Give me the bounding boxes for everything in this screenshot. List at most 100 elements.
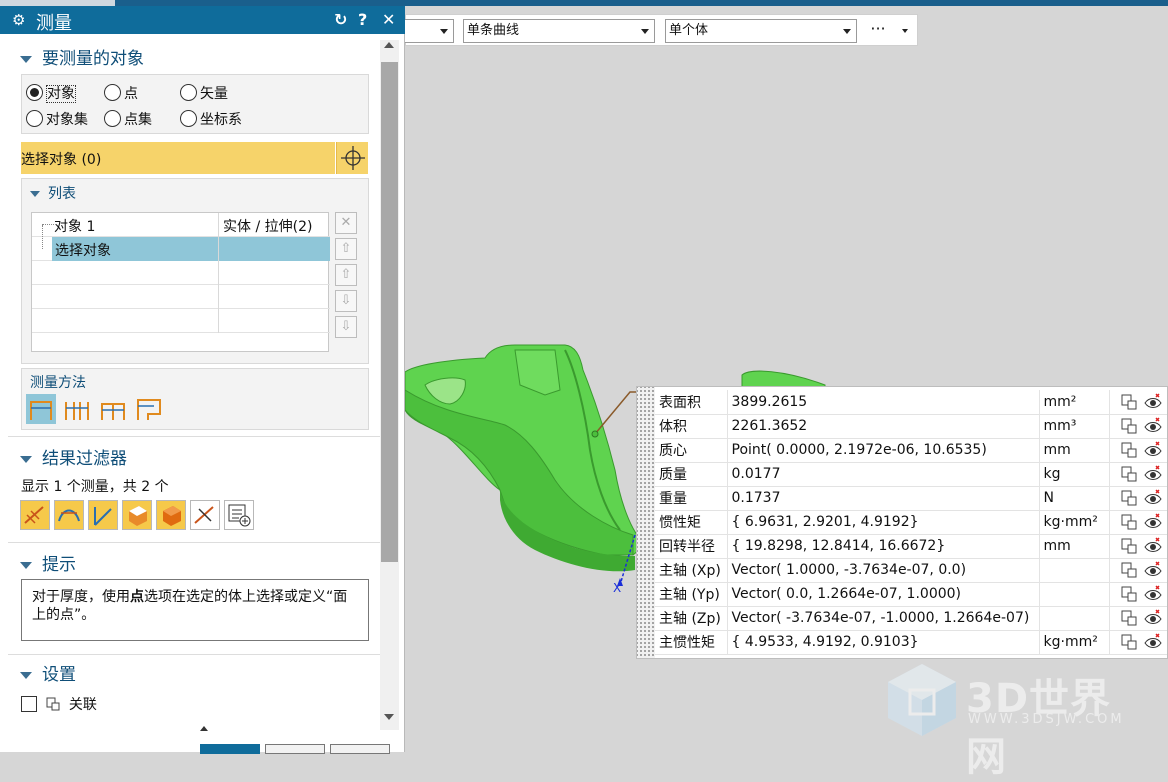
close-icon[interactable]: ✕ [382, 10, 395, 29]
associative-icon[interactable] [1120, 537, 1138, 555]
result-unit: mm [1039, 438, 1110, 463]
list-item-selected[interactable]: 选择对象 [32, 225, 330, 261]
associative-icon[interactable] [1120, 633, 1138, 651]
show-hide-eye-icon[interactable] [1143, 609, 1162, 627]
ok-button[interactable] [200, 744, 260, 754]
section-hint-header[interactable]: 提示 [20, 550, 76, 575]
length-method-icon[interactable] [134, 394, 164, 424]
result-row[interactable]: 主轴 (Xp) Vector( 1.0000, -3.7634e-07, 0.0) [655, 558, 1167, 583]
selection-filter-bar: 单条曲线 单个体 ··· [404, 14, 918, 46]
show-hide-eye-icon[interactable] [1143, 633, 1162, 651]
result-row[interactable]: 主惯性矩{ 4.9533, 4.9192, 0.9103} kg·mm² [655, 630, 1167, 655]
result-value: Point( 0.0000, 2.1972e-06, 10.6535) [727, 438, 1040, 463]
filter-summary: 显示 1 个测量，共 2 个 [21, 479, 169, 495]
radio-object[interactable]: 对象 [26, 83, 76, 103]
curve-rule-dropdown[interactable]: 单条曲线 [463, 19, 655, 43]
move-up-icon[interactable]: ⇧ [335, 264, 357, 286]
object-list[interactable]: 对象 1 实体 / 拉伸(2) 选择对象 [31, 212, 330, 352]
show-hide-eye-icon[interactable] [1143, 513, 1162, 531]
mass-filter-icon[interactable] [190, 500, 220, 530]
collapse-triangle-icon [30, 191, 40, 197]
associative-icon[interactable] [1120, 489, 1138, 507]
show-hide-eye-icon[interactable] [1143, 585, 1162, 603]
expand-dialog-icon[interactable] [200, 726, 208, 731]
result-row[interactable]: 重量 0.1737 N [655, 486, 1167, 511]
dialog-scrollbar[interactable] [380, 40, 399, 730]
more-options-button[interactable]: ··· [866, 19, 890, 43]
result-actions [1109, 558, 1167, 583]
result-row[interactable]: 质量 0.0177 kg [655, 462, 1167, 487]
move-top-icon[interactable]: ⇧ [335, 238, 357, 260]
result-label: 质量 [655, 462, 728, 487]
screen-distance-icon[interactable] [98, 394, 128, 424]
body-rule-dropdown[interactable]: 单个体 [665, 19, 857, 43]
associative-icon[interactable] [1120, 585, 1138, 603]
radio-csys[interactable]: 坐标系 [180, 109, 242, 129]
result-row[interactable]: 表面积 3899.2615 mm² [655, 390, 1167, 415]
dialog-titlebar[interactable]: ⚙ 测量 ↻ ? ✕ [0, 6, 405, 34]
associative-icon[interactable] [1120, 465, 1138, 483]
select-object-row[interactable]: 选择对象 (0) [21, 142, 335, 174]
scroll-down-icon[interactable] [384, 714, 394, 720]
help-icon[interactable]: ? [358, 10, 367, 29]
angle-filter-icon[interactable] [54, 500, 84, 530]
show-hide-eye-icon[interactable] [1143, 561, 1162, 579]
associative-icon[interactable] [1120, 393, 1138, 411]
result-actions [1109, 438, 1167, 463]
cancel-button[interactable] [330, 744, 390, 754]
move-bottom-icon[interactable]: ⇩ [335, 316, 357, 338]
radio-point[interactable]: 点 [104, 83, 138, 103]
drag-grip[interactable] [637, 387, 655, 658]
projected-distance-icon[interactable] [62, 394, 92, 424]
associative-icon[interactable] [1120, 417, 1138, 435]
associative-checkbox[interactable]: 关联 [21, 694, 97, 714]
collapse-triangle-icon [20, 55, 32, 63]
section-filter-header[interactable]: 结果过滤器 [20, 444, 127, 469]
result-row[interactable]: 惯性矩{ 6.9631, 2.9201, 4.9192} kg·mm² [655, 510, 1167, 535]
associative-icon[interactable] [1120, 513, 1138, 531]
move-down-icon[interactable]: ⇩ [335, 290, 357, 312]
section-settings-header[interactable]: 设置 [20, 660, 76, 685]
list-item[interactable]: 对象 1 实体 / 拉伸(2) [32, 213, 330, 237]
toolbar-overflow-arrow[interactable] [902, 29, 908, 33]
add-filter-icon[interactable] [224, 500, 254, 530]
apply-button[interactable] [265, 744, 325, 754]
result-row[interactable]: 回转半径{ 19.8298, 12.8414, 16.6672} mm [655, 534, 1167, 559]
measure-results-table[interactable]: 表面积 3899.2615 mm² 体积 2261.3652 mm³ 质心 Point( 0.… [636, 386, 1168, 659]
result-row[interactable]: 主轴 (Yp) Vector( 0.0, 1.2664e-07, 1.0000) [655, 582, 1167, 607]
section-list-header[interactable]: 列表 [30, 183, 76, 203]
section-objects-header[interactable]: 要测量的对象 [20, 44, 144, 69]
result-row[interactable]: 主轴 (Zp) Vector( -3.7634e-07, -1.0000, 1.2… [655, 606, 1167, 631]
result-row[interactable]: 体积 2261.3652 mm³ [655, 414, 1167, 439]
associative-icon [45, 696, 61, 712]
distance-filter-icon[interactable] [20, 500, 50, 530]
body-rule-value: 单个体 [669, 23, 709, 38]
result-unit [1039, 558, 1110, 583]
radio-point-set[interactable]: 点集 [104, 109, 152, 129]
scrollbar-thumb[interactable] [381, 62, 398, 562]
crosshair-icon[interactable] [336, 142, 368, 174]
reset-icon[interactable]: ↻ [334, 10, 347, 29]
show-hide-eye-icon[interactable] [1143, 417, 1162, 435]
type-filter-dropdown[interactable] [404, 19, 454, 43]
associative-icon[interactable] [1120, 441, 1138, 459]
show-hide-eye-icon[interactable] [1143, 537, 1162, 555]
remove-icon[interactable]: ✕ [335, 212, 357, 234]
associative-icon[interactable] [1120, 609, 1138, 627]
face-filter-icon[interactable] [122, 500, 152, 530]
results-grid: 表面积 3899.2615 mm² 体积 2261.3652 mm³ 质心 Point( 0.… [655, 390, 1167, 655]
scroll-up-icon[interactable] [384, 42, 394, 48]
list-item-empty [32, 261, 330, 285]
curve-filter-icon[interactable] [88, 500, 118, 530]
body-filter-icon[interactable] [156, 500, 186, 530]
show-hide-eye-icon[interactable] [1143, 393, 1162, 411]
distance-method-icon[interactable] [26, 394, 56, 424]
radio-vector[interactable]: 矢量 [180, 83, 228, 103]
associative-icon[interactable] [1120, 561, 1138, 579]
show-hide-eye-icon[interactable] [1143, 441, 1162, 459]
result-row[interactable]: 质心 Point( 0.0000, 2.1972e-06, 10.6535) mm [655, 438, 1167, 463]
radio-object-set[interactable]: 对象集 [26, 109, 88, 129]
show-hide-eye-icon[interactable] [1143, 489, 1162, 507]
show-hide-eye-icon[interactable] [1143, 465, 1162, 483]
list-item-empty [32, 309, 330, 333]
